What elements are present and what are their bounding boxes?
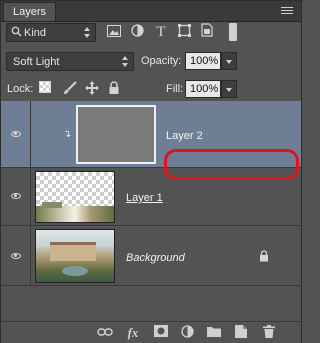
tab-layers[interactable]: Layers [3, 2, 57, 21]
chevron-updown-icon [84, 27, 90, 38]
link-icon[interactable] [97, 325, 113, 341]
lock-all-icon[interactable] [107, 81, 121, 95]
eye-icon [11, 253, 21, 259]
eye-icon [11, 193, 21, 199]
layer-row[interactable]: Background [1, 226, 301, 286]
shape-icon[interactable] [175, 23, 193, 41]
annotation-highlight-ring [164, 149, 299, 180]
layer-thumbnail [35, 229, 115, 283]
layer-name[interactable]: Layer 1 [126, 192, 163, 204]
smart-object-icon[interactable] [198, 23, 216, 41]
lock-transparent-icon[interactable] [39, 81, 53, 95]
trash-icon[interactable] [261, 325, 277, 341]
panel-menu-icon[interactable] [275, 2, 297, 19]
new-layer-icon[interactable] [233, 325, 249, 341]
lock-icon [259, 250, 269, 265]
layers-footer: fx [1, 321, 301, 343]
visibility-toggle[interactable] [1, 226, 31, 285]
layer-thumbnail [35, 171, 115, 223]
filter-kind-dropdown[interactable]: Kind [6, 23, 96, 42]
lock-position-icon[interactable] [85, 81, 99, 95]
panel-header: Layers [1, 1, 301, 22]
layer-name[interactable]: Background [126, 252, 185, 264]
lock-paint-icon[interactable] [63, 81, 77, 95]
chevron-updown-icon [122, 56, 128, 67]
layers-panel: Layers Kind T Soft Light Opacity: 100% L… [0, 0, 302, 343]
opacity-slider-button[interactable] [221, 52, 237, 70]
blend-mode-value: Soft Light [13, 56, 60, 68]
search-icon [11, 26, 22, 37]
filter-toggle-switch[interactable] [229, 23, 237, 41]
image-icon[interactable] [105, 23, 123, 41]
blend-mode-dropdown[interactable]: Soft Light [6, 52, 134, 71]
fx-icon[interactable]: fx [125, 325, 141, 341]
opacity-label: Opacity: [141, 55, 182, 67]
opacity-input[interactable]: 100% [185, 52, 221, 70]
adjustment-layer-icon[interactable] [179, 325, 195, 341]
mask-icon[interactable] [153, 325, 169, 341]
fill-label: Fill: [166, 83, 184, 95]
clip-arrow-icon: ↴ [63, 129, 72, 140]
text-icon[interactable]: T [152, 23, 170, 41]
layer-name[interactable]: Layer 2 [166, 130, 203, 142]
filter-kind-label: Kind [24, 27, 47, 39]
group-icon[interactable] [206, 325, 222, 341]
lock-label: Lock: [7, 83, 34, 95]
fill-input[interactable]: 100% [185, 80, 221, 98]
adjustment-icon[interactable] [128, 23, 146, 41]
visibility-toggle[interactable] [1, 101, 31, 167]
eye-icon [11, 131, 21, 137]
fill-slider-button[interactable] [221, 80, 237, 98]
layer-thumbnail [76, 105, 156, 164]
visibility-toggle[interactable] [1, 168, 31, 225]
